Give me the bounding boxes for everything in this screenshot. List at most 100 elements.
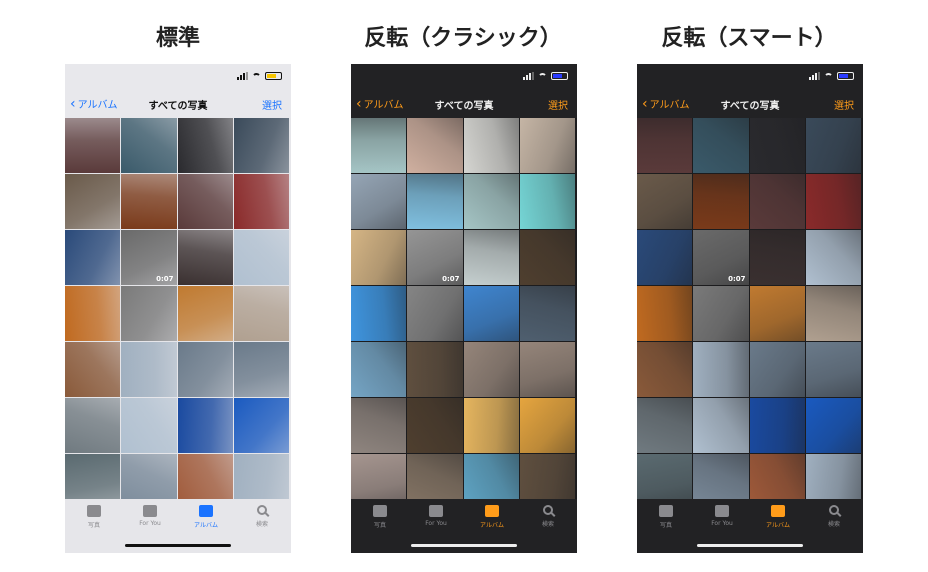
tab-for-you[interactable]: For You bbox=[408, 505, 464, 527]
photo-thumbnail[interactable] bbox=[121, 342, 177, 397]
photo-thumbnail[interactable] bbox=[233, 286, 289, 341]
photo-thumbnail[interactable] bbox=[177, 118, 233, 173]
tab-for-you[interactable]: For You bbox=[122, 505, 178, 527]
select-button[interactable]: 選択 bbox=[262, 97, 282, 112]
tab-photos[interactable]: 写真 bbox=[66, 505, 122, 529]
tab-search[interactable]: 検索 bbox=[520, 505, 576, 528]
nav-title: すべての写真 bbox=[720, 101, 780, 112]
photo-thumbnail[interactable] bbox=[749, 174, 805, 229]
photo-thumbnail[interactable] bbox=[693, 174, 749, 229]
photo-thumbnail[interactable] bbox=[121, 118, 177, 173]
tab-albums[interactable]: アルバム bbox=[750, 505, 806, 529]
photo-thumbnail[interactable] bbox=[121, 174, 177, 229]
photo-thumbnail[interactable] bbox=[749, 286, 805, 341]
nav-bar: ‹ アルバム すべての写真 選択 bbox=[65, 90, 291, 118]
photo-thumbnail[interactable] bbox=[233, 398, 289, 453]
photo-thumbnail[interactable] bbox=[805, 398, 861, 453]
photo-thumbnail[interactable] bbox=[463, 174, 519, 229]
home-indicator bbox=[697, 544, 803, 547]
video-duration: 0:07 bbox=[156, 275, 174, 283]
photo-thumbnail[interactable] bbox=[693, 398, 749, 453]
photo-thumbnail[interactable] bbox=[65, 342, 121, 397]
photo-thumbnail[interactable] bbox=[637, 118, 693, 173]
albums-icon bbox=[199, 505, 213, 517]
photo-thumbnail[interactable] bbox=[519, 118, 575, 173]
photo-thumbnail[interactable] bbox=[351, 118, 407, 173]
photo-thumbnail[interactable] bbox=[177, 342, 233, 397]
photo-thumbnail[interactable] bbox=[233, 342, 289, 397]
photo-thumbnail[interactable] bbox=[65, 174, 121, 229]
photo-thumbnail[interactable] bbox=[351, 286, 407, 341]
photo-thumbnail[interactable] bbox=[519, 286, 575, 341]
wifi-icon bbox=[252, 72, 261, 80]
photo-thumbnail[interactable] bbox=[637, 174, 693, 229]
phone-smart-invert: ‹ アルバム すべての写真 選択 0:07 写真 For You アルバム 検索 bbox=[637, 64, 863, 553]
photo-thumbnail[interactable]: 0:07 bbox=[407, 230, 463, 285]
photo-thumbnail[interactable] bbox=[805, 286, 861, 341]
photo-thumbnail[interactable] bbox=[637, 398, 693, 453]
photo-thumbnail[interactable] bbox=[177, 230, 233, 285]
tab-search[interactable]: 検索 bbox=[806, 505, 862, 528]
photo-thumbnail[interactable] bbox=[463, 118, 519, 173]
photo-thumbnail[interactable] bbox=[463, 398, 519, 453]
photo-thumbnail[interactable] bbox=[693, 342, 749, 397]
photo-thumbnail[interactable] bbox=[407, 118, 463, 173]
photo-thumbnail[interactable] bbox=[407, 342, 463, 397]
photo-thumbnail[interactable] bbox=[749, 398, 805, 453]
tab-label: 写真 bbox=[659, 522, 672, 529]
photo-thumbnail[interactable] bbox=[351, 398, 407, 453]
photo-thumbnail[interactable] bbox=[637, 342, 693, 397]
search-icon bbox=[257, 505, 267, 515]
photo-thumbnail[interactable] bbox=[233, 230, 289, 285]
search-icon bbox=[829, 505, 839, 515]
tab-albums[interactable]: アルバム bbox=[178, 505, 234, 529]
photo-thumbnail[interactable] bbox=[749, 342, 805, 397]
photo-thumbnail[interactable] bbox=[407, 174, 463, 229]
photo-thumbnail[interactable] bbox=[233, 174, 289, 229]
tab-photos[interactable]: 写真 bbox=[638, 505, 694, 529]
photo-thumbnail[interactable] bbox=[805, 342, 861, 397]
photo-thumbnail[interactable] bbox=[637, 286, 693, 341]
photo-thumbnail[interactable] bbox=[519, 174, 575, 229]
signal-icon bbox=[523, 72, 534, 80]
photo-thumbnail[interactable] bbox=[177, 174, 233, 229]
tab-search[interactable]: 検索 bbox=[234, 505, 290, 528]
photo-thumbnail[interactable] bbox=[233, 118, 289, 173]
photo-thumbnail[interactable] bbox=[177, 286, 233, 341]
photo-thumbnail[interactable] bbox=[519, 398, 575, 453]
photo-thumbnail[interactable] bbox=[463, 286, 519, 341]
photo-thumbnail[interactable] bbox=[121, 286, 177, 341]
photo-thumbnail[interactable] bbox=[693, 118, 749, 173]
photo-thumbnail[interactable]: 0:07 bbox=[693, 230, 749, 285]
photo-thumbnail[interactable] bbox=[351, 230, 407, 285]
photo-thumbnail[interactable] bbox=[177, 398, 233, 453]
photo-thumbnail[interactable] bbox=[519, 342, 575, 397]
photo-thumbnail[interactable] bbox=[407, 398, 463, 453]
select-button[interactable]: 選択 bbox=[548, 97, 568, 112]
select-button[interactable]: 選択 bbox=[834, 97, 854, 112]
photo-thumbnail[interactable] bbox=[121, 398, 177, 453]
photo-thumbnail[interactable] bbox=[463, 230, 519, 285]
photo-thumbnail[interactable] bbox=[805, 174, 861, 229]
photo-thumbnail[interactable] bbox=[65, 118, 121, 173]
photo-thumbnail[interactable]: 0:07 bbox=[121, 230, 177, 285]
photo-thumbnail[interactable] bbox=[749, 118, 805, 173]
photo-thumbnail[interactable] bbox=[65, 286, 121, 341]
tab-for-you[interactable]: For You bbox=[694, 505, 750, 527]
photo-thumbnail[interactable] bbox=[407, 286, 463, 341]
photo-thumbnail[interactable] bbox=[749, 230, 805, 285]
photo-thumbnail[interactable] bbox=[65, 230, 121, 285]
photo-thumbnail[interactable] bbox=[519, 230, 575, 285]
photo-thumbnail[interactable] bbox=[463, 342, 519, 397]
photo-thumbnail[interactable] bbox=[805, 230, 861, 285]
photo-thumbnail[interactable] bbox=[693, 286, 749, 341]
tab-photos[interactable]: 写真 bbox=[352, 505, 408, 529]
photo-thumbnail[interactable] bbox=[65, 398, 121, 453]
photos-icon bbox=[373, 505, 387, 517]
photo-thumbnail[interactable] bbox=[805, 118, 861, 173]
photo-thumbnail[interactable] bbox=[351, 174, 407, 229]
tab-albums[interactable]: アルバム bbox=[464, 505, 520, 529]
photo-thumbnail[interactable] bbox=[637, 230, 693, 285]
status-bar bbox=[65, 64, 291, 90]
photo-thumbnail[interactable] bbox=[351, 342, 407, 397]
